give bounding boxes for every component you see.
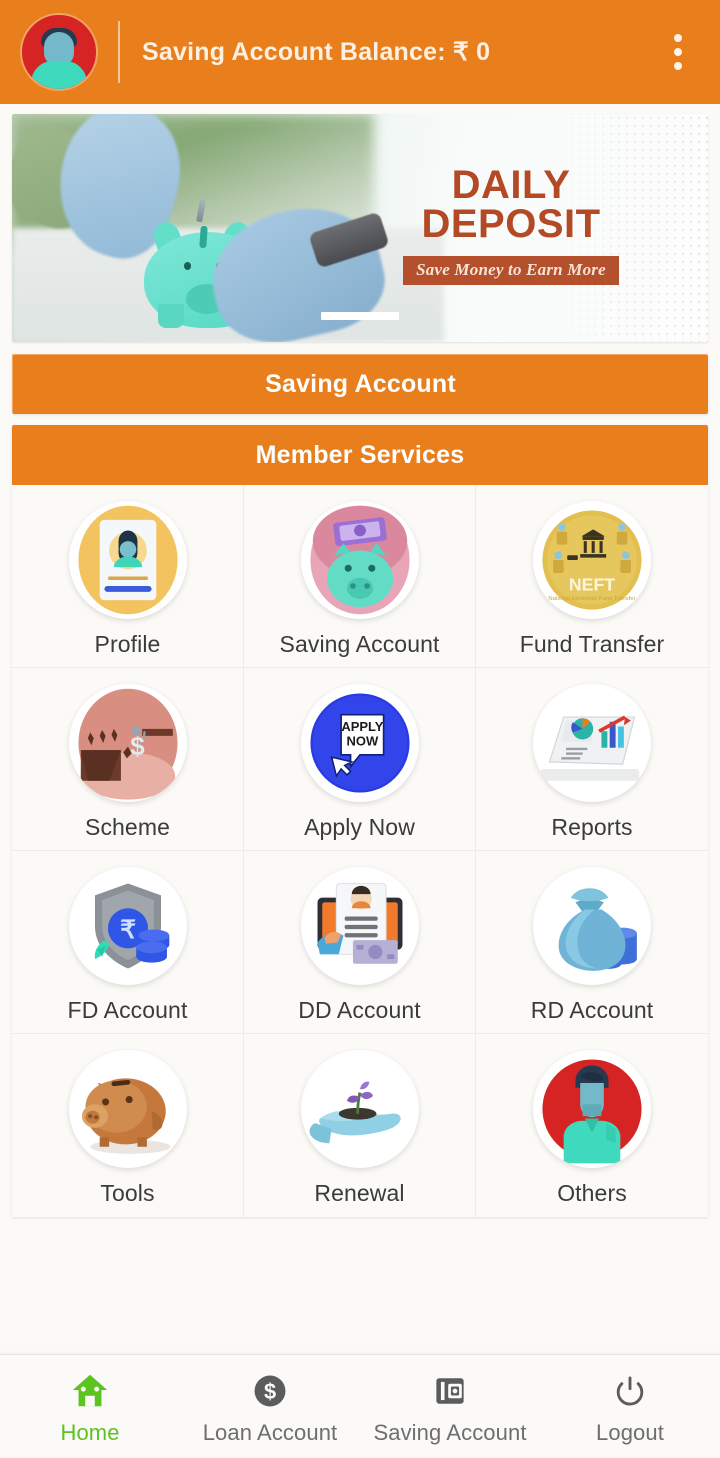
profile-card-icon (68, 501, 187, 619)
banner-title-line2: DEPOSIT (421, 202, 601, 247)
power-icon (608, 1369, 652, 1413)
brown-piggy-bank-icon (68, 1050, 187, 1168)
promo-banner[interactable]: DAILY DEPOSIT Save Money to Earn More (12, 114, 708, 342)
saving-account-section-button[interactable]: Saving Account (12, 354, 708, 414)
service-tile-renewal[interactable]: Renewal (244, 1034, 476, 1217)
service-label: DD Account (298, 997, 421, 1023)
service-tile-apply-now[interactable]: APPLY NOW Apply Now (244, 668, 476, 851)
nav-item-logout[interactable]: Logout (540, 1355, 720, 1458)
service-tile-rd-account[interactable]: RD Account (476, 851, 708, 1034)
service-label: FD Account (67, 997, 188, 1023)
banner-piggy-eye-left (184, 262, 191, 270)
banner-title-line1: DAILY (451, 163, 571, 207)
bottom-navigation: Home $ Loan Account Saving Account Logou… (0, 1354, 720, 1458)
services-grid: Profile Saving Account NEFT National Ele… (12, 485, 708, 1217)
shield-rupee-icon: ₹ (68, 867, 187, 985)
member-services-label: Member Services (255, 440, 465, 469)
app-header: Saving Account Balance: ₹ 0 (0, 0, 720, 104)
document-cash-icon (300, 867, 419, 985)
nav-item-saving-account[interactable]: Saving Account (360, 1355, 540, 1458)
service-tile-reports[interactable]: Reports (476, 668, 708, 851)
balance-title: Saving Account Balance: ₹ 0 (142, 38, 491, 66)
svg-text:APPLY: APPLY (341, 719, 383, 734)
nav-item-home[interactable]: Home (0, 1355, 180, 1458)
dot (674, 62, 682, 70)
service-tile-fund-transfer[interactable]: NEFT National Electronic Fund Transfer F… (476, 485, 708, 668)
service-tile-profile[interactable]: Profile (12, 485, 244, 668)
service-label: Others (557, 1180, 627, 1206)
nav-item-loan-account[interactable]: $ Loan Account (180, 1355, 360, 1458)
member-services-card: Member Services Profile Saving Account N… (12, 425, 708, 1217)
service-label: Apply Now (304, 814, 415, 840)
saving-account-section-label: Saving Account (265, 370, 456, 398)
service-tile-others[interactable]: Others (476, 1034, 708, 1217)
content-area: DAILY DEPOSIT Save Money to Earn More Sa… (0, 104, 720, 1354)
service-tile-dd-account[interactable]: DD Account (244, 851, 476, 1034)
neft-coin-icon: NEFT National Electronic Fund Transfer (533, 501, 651, 619)
overflow-menu-icon[interactable] (658, 26, 698, 78)
member-services-header[interactable]: Member Services (12, 425, 708, 485)
svg-text:$: $ (264, 1379, 276, 1404)
banner-text-block: DAILY DEPOSIT Save Money to Earn More (376, 163, 646, 286)
banner-piggy-leg-left (158, 304, 184, 328)
dollar-coin-icon: $ (248, 1369, 292, 1413)
header-divider (118, 21, 120, 83)
apply-now-icon: APPLY NOW (300, 684, 419, 802)
nav-label: Saving Account (373, 1420, 527, 1445)
service-tile-scheme[interactable]: $ Scheme (12, 668, 244, 851)
service-tile-saving-account[interactable]: Saving Account (244, 485, 476, 668)
service-label: Reports (551, 814, 633, 840)
banner-subtitle-ribbon: Save Money to Earn More (403, 256, 619, 286)
person-avatar-icon (533, 1050, 651, 1168)
service-label: Scheme (85, 814, 170, 840)
reports-chart-icon (533, 684, 651, 802)
scheme-cliff-icon: $ (68, 684, 187, 802)
piggy-bank-money-icon (300, 501, 419, 619)
app-root: Saving Account Balance: ₹ 0 DAILY DEPOSI… (0, 0, 720, 1458)
money-bag-coins-icon (533, 867, 651, 985)
dot (674, 48, 682, 56)
nav-label: Home (60, 1420, 120, 1445)
service-label: Tools (100, 1180, 155, 1206)
service-tile-tools[interactable]: Tools (12, 1034, 244, 1217)
service-label: Fund Transfer (519, 631, 665, 657)
hand-sprout-icon (300, 1050, 419, 1168)
banner-page-indicator[interactable] (321, 312, 399, 320)
service-label: Saving Account (279, 631, 440, 657)
svg-text:NEFT: NEFT (569, 575, 615, 595)
svg-text:NOW: NOW (346, 733, 378, 748)
service-label: RD Account (530, 997, 654, 1023)
svg-text:₹: ₹ (120, 917, 136, 944)
svg-text:National Electronic Fund Trans: National Electronic Fund Transfer (548, 596, 635, 602)
service-label: Profile (94, 631, 161, 657)
nav-label: Loan Account (202, 1420, 338, 1445)
home-icon (68, 1369, 112, 1413)
dot (674, 34, 682, 42)
avatar[interactable] (20, 13, 98, 91)
service-label: Renewal (314, 1180, 405, 1206)
wallet-icon (428, 1369, 472, 1413)
service-tile-fd-account[interactable]: ₹ FD Account (12, 851, 244, 1034)
avatar-body (31, 61, 87, 89)
nav-label: Logout (596, 1420, 664, 1445)
